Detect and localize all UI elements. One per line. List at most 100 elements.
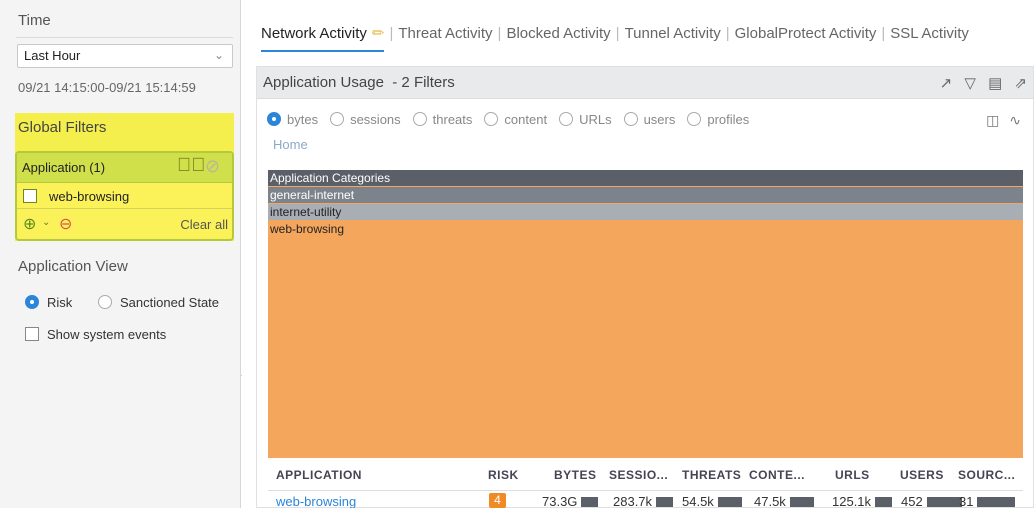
filter-group-label: Application (1) [22,160,106,175]
radio-indicator[interactable] [267,112,281,126]
cell-threats: 54.5k [682,494,742,508]
time-range-text: 09/21 14:15:00-09/21 15:14:59 [18,80,196,95]
column-header-urls[interactable]: URLS [835,468,870,482]
radio-indicator[interactable] [330,112,345,126]
chevron-down-icon[interactable]: ⌄ [42,217,50,228]
application-view-options: Risk Sanctioned State [25,295,219,310]
radio-sanctioned-indicator[interactable] [98,295,112,309]
metric-label: profiles [707,112,750,127]
table-header: APPLICATION RISK BYTES SESSIO... THREATS… [268,459,1023,491]
radio-indicator[interactable] [559,112,574,126]
tab-tunnel-activity[interactable]: Tunnel Activity [625,25,721,42]
divider [16,37,233,38]
tab-separator: | [725,25,730,42]
metric-threats[interactable]: threats [412,112,473,127]
filter-group-header: Application (1) ✓⃝ ⊘ [17,153,232,183]
metric-content[interactable]: content [484,112,547,127]
add-filter-icon[interactable]: ⊕ [23,214,36,234]
risk-badge: 4 [489,493,506,508]
urls-bar [875,497,893,507]
cell-sources-value: 31 [959,494,974,508]
tab-bar: Network Activity ✏ | Threat Activity | Blocke… [261,24,969,52]
column-header-content[interactable]: CONTE... [749,468,805,482]
cell-urls: 125.1k [832,494,893,508]
column-header-sources[interactable]: SOURC... [958,468,1015,482]
radio-indicator[interactable] [484,112,499,126]
radio-sanctioned-state[interactable]: Sanctioned State [98,295,219,310]
treemap-row-internet-utility[interactable]: internet-utility [268,204,1023,220]
filter-item-web-browsing[interactable]: web-browsing [23,189,129,204]
tab-separator: | [615,25,620,42]
content-bar [789,497,814,507]
treemap[interactable]: Application Categories general-internet … [268,170,1023,458]
users-bar [926,497,962,507]
column-header-bytes[interactable]: BYTES [554,468,597,482]
table-icon[interactable]: ▤ [988,75,1002,92]
filter-group-application: Application (1) ✓⃝ ⊘ web-browsing ⊕ ⌄ ⊖ … [15,151,234,241]
global-filters-section: Global Filters Application (1) ✓⃝ ⊘ web-… [15,113,234,241]
widget-title: Application Usage - 2 Filters [263,74,455,91]
metric-label: threats [432,112,473,127]
cell-content: 47.5k [754,494,814,508]
disable-filter-icon[interactable]: ⊘ [205,156,220,176]
table-row[interactable]: web-browsing 4 73.3G 283.7k 54.5k 47.5k … [268,491,1023,508]
filter-icon[interactable]: ▽ [964,75,976,92]
radio-risk[interactable]: Risk [25,295,72,310]
cell-application[interactable]: web-browsing [276,494,356,508]
treemap-row-general-internet[interactable]: general-internet [268,187,1023,203]
widget-header-icons: ↗ ▽ ▤ ⇗ [932,74,1027,92]
bytes-bar [581,497,599,507]
metric-bytes[interactable]: bytes [267,112,318,127]
column-header-application[interactable]: APPLICATION [276,468,362,482]
jump-icon[interactable]: ↗ [940,75,953,92]
divider [17,208,232,209]
line-chart-view-icon[interactable]: ∿ [1009,112,1021,128]
threats-bar [717,497,742,507]
cell-sessions: 283.7k [613,494,674,508]
view-toggle-icons: ◫ ∿ [980,112,1021,129]
metric-label: sessions [350,112,401,127]
time-range-select[interactable]: Last Hour ⌄ [17,44,233,68]
column-header-threats[interactable]: THREATS [682,468,741,482]
metric-label: content [504,112,548,127]
cell-urls-value: 125.1k [832,494,872,508]
filter-item-label: web-browsing [49,189,130,204]
apply-check-icon[interactable]: ✓⃝ [177,156,206,176]
filter-count: - 2 Filters [392,74,455,91]
widget-header: Application Usage - 2 Filters ↗ ▽ ▤ ⇗ [257,67,1033,99]
pencil-icon[interactable]: ✏ [372,24,385,42]
show-system-events-label: Show system events [47,327,167,342]
tab-ssl-activity[interactable]: SSL Activity [890,25,969,42]
tab-threat-activity[interactable]: Threat Activity [398,25,492,42]
radio-indicator[interactable] [623,112,638,126]
breadcrumb-home[interactable]: Home [273,137,308,152]
cell-users: 452 [901,494,962,508]
treemap-header[interactable]: Application Categories [268,170,1023,186]
column-header-sessions[interactable]: SESSIO... [609,468,668,482]
radio-indicator[interactable] [412,112,427,126]
tab-label: Network Activity [261,25,367,42]
export-icon[interactable]: ⇗ [1014,75,1027,92]
cell-sources: 31 [959,494,1016,508]
time-label: Time [18,12,51,29]
show-system-events-checkbox[interactable] [25,327,39,341]
metric-users[interactable]: users [623,112,675,127]
treemap-row-web-browsing[interactable]: web-browsing [268,221,1023,237]
column-header-users[interactable]: USERS [900,468,944,482]
filter-item-checkbox[interactable] [23,189,37,203]
remove-filter-icon[interactable]: ⊖ [59,214,72,234]
application-view-title: Application View [18,258,128,275]
tab-separator: | [389,25,394,42]
metric-profiles[interactable]: profiles [687,112,749,127]
metric-sessions[interactable]: sessions [330,112,401,127]
tab-network-activity[interactable]: Network Activity ✏ [261,24,385,52]
tab-globalprotect-activity[interactable]: GlobalProtect Activity [735,25,877,42]
radio-risk-indicator[interactable] [25,295,39,309]
show-system-events[interactable]: Show system events [25,327,166,342]
column-header-risk[interactable]: RISK [488,468,519,482]
metric-urls[interactable]: URLs [559,112,612,127]
clear-all-button[interactable]: Clear all [180,217,228,232]
radio-indicator[interactable] [687,112,702,126]
tab-blocked-activity[interactable]: Blocked Activity [506,25,610,42]
treemap-view-icon[interactable]: ◫ [986,112,999,128]
